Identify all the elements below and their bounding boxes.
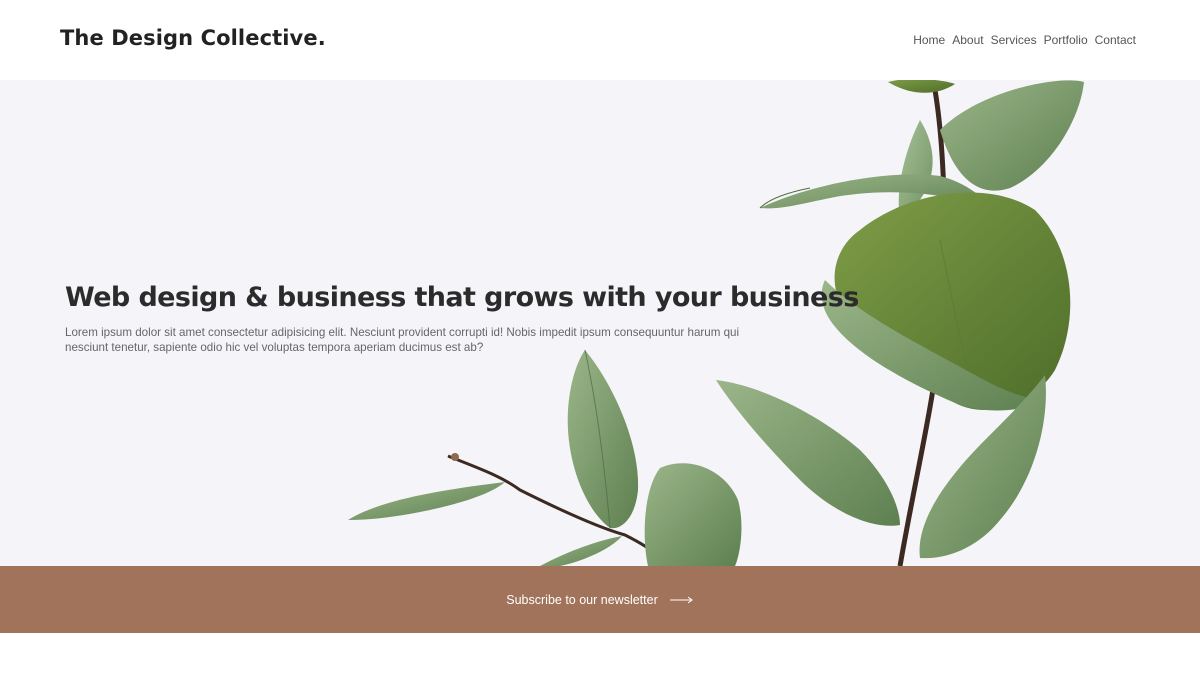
newsletter-subscribe-link[interactable]: Subscribe to our newsletter xyxy=(0,566,1200,633)
nav-home[interactable]: Home xyxy=(913,33,945,47)
arrow-right-icon xyxy=(669,596,693,603)
hero-description: Lorem ipsum dolor sit amet consectetur a… xyxy=(65,326,740,354)
main-nav: Home About Services Portfolio Contact xyxy=(913,33,1136,47)
hero-section: Web design & business that grows with yo… xyxy=(0,80,1200,566)
site-logo[interactable]: The Design Collective. xyxy=(60,26,326,50)
nav-contact[interactable]: Contact xyxy=(1095,33,1136,47)
site-header: The Design Collective. Home About Servic… xyxy=(0,0,1200,80)
page-bottom-space xyxy=(0,633,1200,694)
newsletter-label: Subscribe to our newsletter xyxy=(506,592,658,607)
eucalyptus-image xyxy=(348,80,1084,566)
nav-portfolio[interactable]: Portfolio xyxy=(1044,33,1088,47)
hero-title: Web design & business that grows with yo… xyxy=(65,282,859,313)
nav-services[interactable]: Services xyxy=(991,33,1037,47)
nav-about[interactable]: About xyxy=(952,33,983,47)
